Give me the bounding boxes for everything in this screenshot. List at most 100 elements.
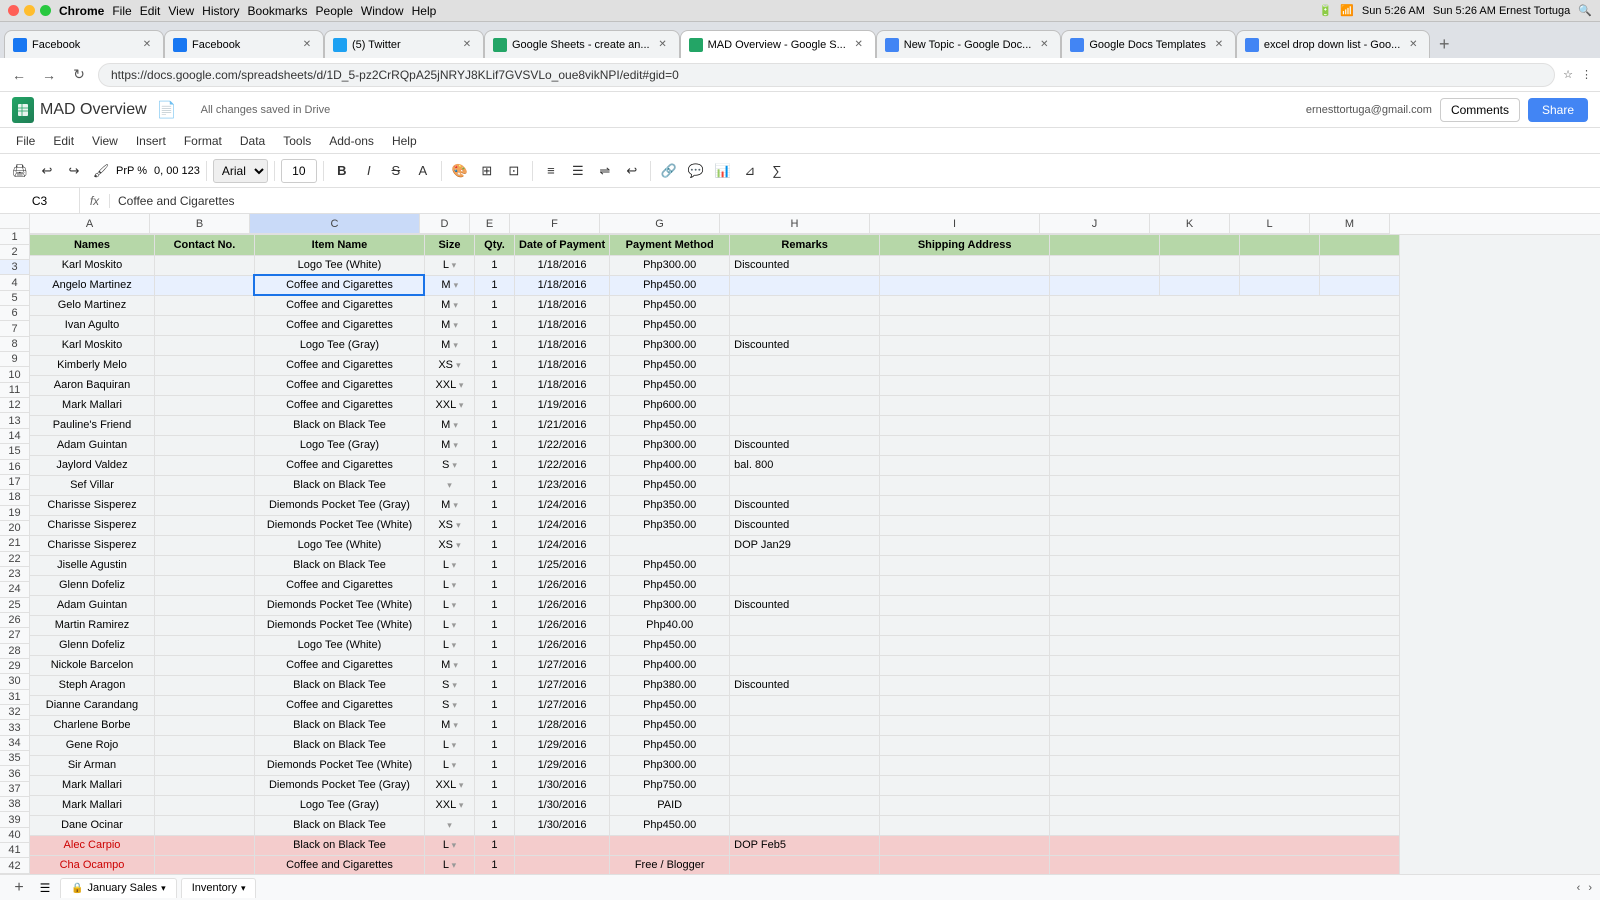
formula-content[interactable]: Coffee and Cigarettes <box>110 194 1600 208</box>
back-button[interactable]: ← <box>8 64 30 86</box>
cell-d15[interactable]: XS ▾ <box>424 515 474 535</box>
row-number-14[interactable]: 14 <box>0 429 29 444</box>
cell-d19[interactable]: L ▾ <box>424 595 474 615</box>
cell-g18[interactable]: Php450.00 <box>610 575 730 595</box>
scroll-left[interactable]: ‹ <box>1577 882 1581 894</box>
cell-d14[interactable]: M ▾ <box>424 495 474 515</box>
mac-menu-people[interactable]: People <box>316 4 353 18</box>
cell-i14[interactable] <box>880 495 1050 515</box>
chart-button[interactable]: 📊 <box>711 159 735 183</box>
cell-d23[interactable]: S ▾ <box>424 675 474 695</box>
cell-h9[interactable] <box>730 395 880 415</box>
col-header-D[interactable]: D <box>420 214 470 234</box>
mac-menu-help[interactable]: Help <box>412 4 437 18</box>
cell-g8[interactable]: Php450.00 <box>610 375 730 395</box>
cell-d9[interactable]: XXL ▾ <box>424 395 474 415</box>
cell-a20[interactable]: Martin Ramirez <box>30 615 154 635</box>
cell-h17[interactable] <box>730 555 880 575</box>
cell-h19[interactable]: Discounted <box>730 595 880 615</box>
cell-h20[interactable] <box>730 615 880 635</box>
cell-d12[interactable]: S ▾ <box>424 455 474 475</box>
row-number-20[interactable]: 20 <box>0 521 29 536</box>
cell-e30[interactable]: 1 <box>474 815 514 835</box>
font-size-input[interactable] <box>281 159 317 183</box>
cell-c8[interactable]: Coffee and Cigarettes <box>254 375 424 395</box>
cell-e6[interactable]: 1 <box>474 335 514 355</box>
cell-f13[interactable]: 1/23/2016 <box>514 475 609 495</box>
row-number-2[interactable]: 2 <box>0 245 29 260</box>
cell-c3[interactable]: Coffee and Cigarettes <box>254 275 424 295</box>
row-number-29[interactable]: 29 <box>0 659 29 674</box>
cell-h3[interactable] <box>730 275 880 295</box>
cell-d21[interactable]: L ▾ <box>424 635 474 655</box>
italic-button[interactable]: I <box>357 159 381 183</box>
cell-f7[interactable]: 1/18/2016 <box>514 355 609 375</box>
cell-b26[interactable] <box>154 735 254 755</box>
row-number-27[interactable]: 27 <box>0 628 29 643</box>
cell-i26[interactable] <box>880 735 1050 755</box>
cell-d32[interactable]: L ▾ <box>424 855 474 874</box>
row-number-21[interactable]: 21 <box>0 536 29 551</box>
cell-i30[interactable] <box>880 815 1050 835</box>
cell-c16[interactable]: Logo Tee (White) <box>254 535 424 555</box>
cell-d17[interactable]: L ▾ <box>424 555 474 575</box>
cell-a6[interactable]: Karl Moskito <box>30 335 154 355</box>
cell-c19[interactable]: Diemonds Pocket Tee (White) <box>254 595 424 615</box>
cell-e13[interactable]: 1 <box>474 475 514 495</box>
sheet-options-button[interactable]: ☰ <box>34 877 56 899</box>
bold-button[interactable]: B <box>330 159 354 183</box>
cell-d6[interactable]: M ▾ <box>424 335 474 355</box>
cell-c27[interactable]: Diemonds Pocket Tee (White) <box>254 755 424 775</box>
filter-button[interactable]: ⊿ <box>738 159 762 183</box>
scroll-right[interactable]: › <box>1588 882 1592 894</box>
row-number-42[interactable]: 42 <box>0 858 29 873</box>
cell-b8[interactable] <box>154 375 254 395</box>
cell-h16[interactable]: DOP Jan29 <box>730 535 880 555</box>
cell-a29[interactable]: Mark Mallari <box>30 795 154 815</box>
cell-a26[interactable]: Gene Rojo <box>30 735 154 755</box>
cell-i21[interactable] <box>880 635 1050 655</box>
cell-g28[interactable]: Php750.00 <box>610 775 730 795</box>
cell-h28[interactable] <box>730 775 880 795</box>
cell-b17[interactable] <box>154 555 254 575</box>
cell-c32[interactable]: Coffee and Cigarettes <box>254 855 424 874</box>
row-number-18[interactable]: 18 <box>0 490 29 505</box>
cell-e11[interactable]: 1 <box>474 435 514 455</box>
cell-f29[interactable]: 1/30/2016 <box>514 795 609 815</box>
cell-f12[interactable]: 1/22/2016 <box>514 455 609 475</box>
bookmark-icon[interactable]: ☆ <box>1563 68 1573 81</box>
cell-h22[interactable] <box>730 655 880 675</box>
cell-i4[interactable] <box>880 295 1050 315</box>
cell-a3[interactable]: Angelo Martinez <box>30 275 154 295</box>
row-number-8[interactable]: 8 <box>0 337 29 352</box>
cell-g32[interactable]: Free / Blogger <box>610 855 730 874</box>
cell-h13[interactable] <box>730 475 880 495</box>
search-icon[interactable]: 🔍 <box>1578 4 1592 17</box>
menu-edit[interactable]: Edit <box>45 131 82 151</box>
cell-d16[interactable]: XS ▾ <box>424 535 474 555</box>
cell-e28[interactable]: 1 <box>474 775 514 795</box>
menu-data[interactable]: Data <box>232 131 273 151</box>
cell-i10[interactable] <box>880 415 1050 435</box>
cell-g31[interactable] <box>610 835 730 855</box>
cell-e9[interactable]: 1 <box>474 395 514 415</box>
cell-i19[interactable] <box>880 595 1050 615</box>
cell-h11[interactable]: Discounted <box>730 435 880 455</box>
cell-a8[interactable]: Aaron Baquiran <box>30 375 154 395</box>
row-number-16[interactable]: 16 <box>0 460 29 475</box>
cell-g16[interactable] <box>610 535 730 555</box>
cell-d10[interactable]: M ▾ <box>424 415 474 435</box>
col-header-A[interactable]: A <box>30 214 150 234</box>
cell-g25[interactable]: Php450.00 <box>610 715 730 735</box>
cell-c14[interactable]: Diemonds Pocket Tee (Gray) <box>254 495 424 515</box>
cell-g22[interactable]: Php400.00 <box>610 655 730 675</box>
mac-menu-file[interactable]: File <box>112 4 131 18</box>
cell-i27[interactable] <box>880 755 1050 775</box>
cell-c5[interactable]: Coffee and Cigarettes <box>254 315 424 335</box>
cell-c25[interactable]: Black on Black Tee <box>254 715 424 735</box>
col-header-H[interactable]: H <box>720 214 870 234</box>
cell-a28[interactable]: Mark Mallari <box>30 775 154 795</box>
cell-f21[interactable]: 1/26/2016 <box>514 635 609 655</box>
tab-facebook-2[interactable]: Facebook ✕ <box>164 30 324 58</box>
cell-i8[interactable] <box>880 375 1050 395</box>
